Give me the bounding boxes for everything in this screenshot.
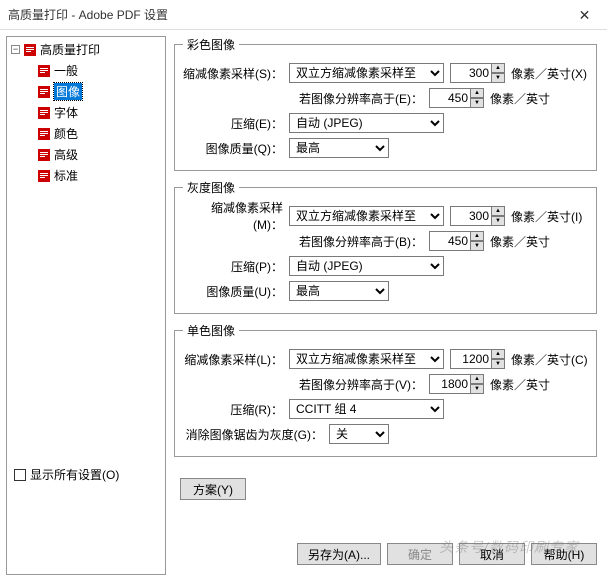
compress-label: 压缩(P)： bbox=[183, 258, 283, 275]
spin-down-icon[interactable]: ▼ bbox=[491, 73, 505, 83]
help-button[interactable]: 帮助(H) bbox=[531, 543, 597, 565]
pdf-icon bbox=[37, 64, 51, 78]
save-as-button[interactable]: 另存为(A)... bbox=[297, 543, 381, 565]
checkbox-icon[interactable] bbox=[14, 469, 26, 481]
spinner[interactable]: ▲▼ bbox=[491, 349, 505, 369]
pdf-icon bbox=[37, 148, 51, 162]
window-title: 高质量打印 - Adobe PDF 设置 bbox=[8, 6, 562, 23]
downsample-label: 缩减像素采样(L)： bbox=[183, 351, 283, 368]
pdf-icon bbox=[37, 169, 51, 183]
spinner[interactable]: ▲▼ bbox=[491, 206, 505, 226]
ok-button[interactable]: 确定 bbox=[387, 543, 453, 565]
spin-up-icon[interactable]: ▲ bbox=[491, 349, 505, 359]
unit-label: 像素／英寸 bbox=[490, 376, 550, 393]
collapse-icon[interactable]: − bbox=[11, 45, 20, 54]
sidebar-tree: − 高质量打印 一般图像字体颜色高级标准 bbox=[6, 36, 166, 575]
tree-item-3[interactable]: 颜色 bbox=[7, 123, 165, 144]
quality-label: 图像质量(U)： bbox=[183, 283, 283, 300]
tree-root-label: 高质量打印 bbox=[40, 41, 100, 58]
spin-up-icon[interactable]: ▲ bbox=[491, 63, 505, 73]
unit-label: 像素／英寸 bbox=[490, 90, 550, 107]
dpi2-input[interactable] bbox=[429, 374, 471, 394]
scheme-button[interactable]: 方案(Y) bbox=[180, 478, 246, 500]
section-mono: 单色图像缩减像素采样(L)：双立方缩减像素采样至▲▼像素／英寸(C)若图像分辨率… bbox=[174, 322, 597, 457]
section-gray: 灰度图像缩减像素采样(M)：双立方缩减像素采样至▲▼像素／英寸(I)若图像分辨率… bbox=[174, 179, 597, 314]
spin-down-icon[interactable]: ▼ bbox=[491, 359, 505, 369]
tree-item-label: 颜色 bbox=[54, 125, 78, 142]
pdf-icon bbox=[37, 127, 51, 141]
compress-label: 压缩(E)： bbox=[183, 115, 283, 132]
main-panel: 彩色图像缩减像素采样(S)：双立方缩减像素采样至▲▼像素／英寸(X)若图像分辨率… bbox=[170, 30, 607, 581]
antialias-label: 消除图像锯齿为灰度(G)： bbox=[183, 426, 323, 443]
spinner[interactable]: ▲▼ bbox=[470, 231, 484, 251]
compress-label: 压缩(R)： bbox=[183, 401, 283, 418]
tree-item-5[interactable]: 标准 bbox=[7, 165, 165, 186]
dpi1-input[interactable] bbox=[450, 206, 492, 226]
button-row: 另存为(A)... 确定 取消 帮助(H) bbox=[170, 543, 597, 565]
compress-select[interactable]: CCITT 组 4 bbox=[289, 399, 444, 419]
downsample-select[interactable]: 双立方缩减像素采样至 bbox=[289, 63, 444, 83]
spin-down-icon[interactable]: ▼ bbox=[470, 241, 484, 251]
show-all-settings[interactable]: 显示所有设置(O) bbox=[14, 466, 119, 483]
spinner[interactable]: ▲▼ bbox=[470, 374, 484, 394]
spin-up-icon[interactable]: ▲ bbox=[470, 374, 484, 384]
above-label: 若图像分辨率高于(E)： bbox=[183, 90, 423, 107]
dpi2-input[interactable] bbox=[429, 88, 471, 108]
spin-up-icon[interactable]: ▲ bbox=[491, 206, 505, 216]
tree-item-1[interactable]: 图像 bbox=[7, 81, 165, 102]
tree-item-label: 图像 bbox=[54, 83, 82, 100]
tree-item-0[interactable]: 一般 bbox=[7, 60, 165, 81]
spin-up-icon[interactable]: ▲ bbox=[470, 88, 484, 98]
tree-item-2[interactable]: 字体 bbox=[7, 102, 165, 123]
dpi1-input[interactable] bbox=[450, 349, 492, 369]
titlebar: 高质量打印 - Adobe PDF 设置 ✕ bbox=[0, 0, 607, 30]
compress-select[interactable]: 自动 (JPEG) bbox=[289, 256, 444, 276]
tree-item-label: 一般 bbox=[54, 62, 78, 79]
unit-label: 像素／英寸(I) bbox=[511, 208, 582, 225]
section-legend: 彩色图像 bbox=[183, 36, 239, 53]
unit-label: 像素／英寸(C) bbox=[511, 351, 588, 368]
compress-select[interactable]: 自动 (JPEG) bbox=[289, 113, 444, 133]
pdf-icon bbox=[37, 106, 51, 120]
pdf-icon bbox=[23, 43, 37, 57]
tree-item-label: 标准 bbox=[54, 167, 78, 184]
above-label: 若图像分辨率高于(B)： bbox=[183, 233, 423, 250]
quality-label: 图像质量(Q)： bbox=[183, 140, 283, 157]
spin-down-icon[interactable]: ▼ bbox=[491, 216, 505, 226]
close-icon[interactable]: ✕ bbox=[562, 0, 607, 30]
dpi2-input[interactable] bbox=[429, 231, 471, 251]
downsample-label: 缩减像素采样(S)： bbox=[183, 65, 283, 82]
section-color: 彩色图像缩减像素采样(S)：双立方缩减像素采样至▲▼像素／英寸(X)若图像分辨率… bbox=[174, 36, 597, 171]
downsample-select[interactable]: 双立方缩减像素采样至 bbox=[289, 206, 444, 226]
pdf-icon bbox=[37, 85, 51, 99]
downsample-select[interactable]: 双立方缩减像素采样至 bbox=[289, 349, 444, 369]
tree-item-label: 高级 bbox=[54, 146, 78, 163]
spin-up-icon[interactable]: ▲ bbox=[470, 231, 484, 241]
tree-root[interactable]: − 高质量打印 bbox=[7, 39, 165, 60]
section-legend: 灰度图像 bbox=[183, 179, 239, 196]
downsample-label: 缩减像素采样(M)： bbox=[183, 199, 283, 233]
unit-label: 像素／英寸(X) bbox=[511, 65, 587, 82]
spin-down-icon[interactable]: ▼ bbox=[470, 98, 484, 108]
quality-select[interactable]: 最高 bbox=[289, 138, 389, 158]
dpi1-input[interactable] bbox=[450, 63, 492, 83]
antialias-select[interactable]: 关 bbox=[329, 424, 389, 444]
quality-select[interactable]: 最高 bbox=[289, 281, 389, 301]
cancel-button[interactable]: 取消 bbox=[459, 543, 525, 565]
section-legend: 单色图像 bbox=[183, 322, 239, 339]
tree-item-4[interactable]: 高级 bbox=[7, 144, 165, 165]
tree-item-label: 字体 bbox=[54, 104, 78, 121]
spin-down-icon[interactable]: ▼ bbox=[470, 384, 484, 394]
spinner[interactable]: ▲▼ bbox=[470, 88, 484, 108]
show-all-label: 显示所有设置(O) bbox=[30, 466, 119, 483]
above-label: 若图像分辨率高于(V)： bbox=[183, 376, 423, 393]
unit-label: 像素／英寸 bbox=[490, 233, 550, 250]
spinner[interactable]: ▲▼ bbox=[491, 63, 505, 83]
